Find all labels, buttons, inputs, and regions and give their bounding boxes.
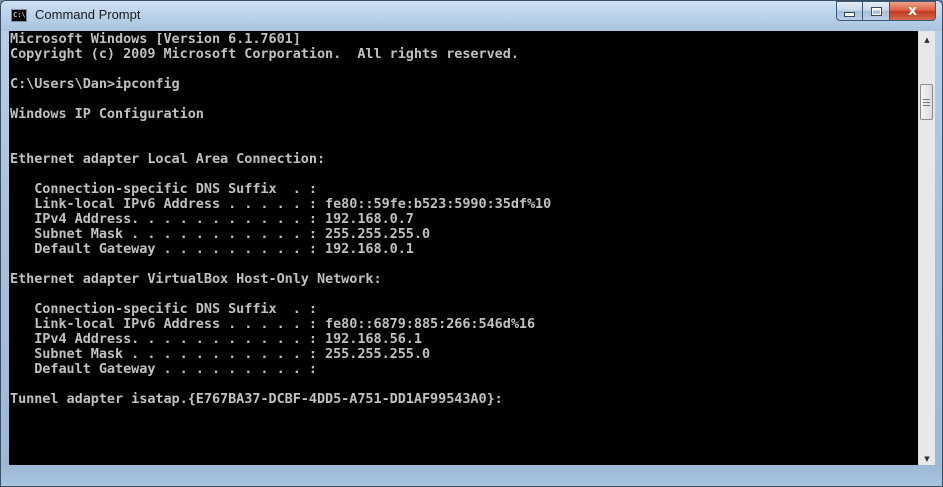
app-icon-label: C:\. [13, 11, 30, 19]
title-bar[interactable]: C:\. Command Prompt x [1, 1, 942, 31]
command-prompt-window: C:\. Command Prompt x Microsoft Windows … [0, 0, 943, 487]
console-text: Microsoft Windows [Version 6.1.7601] Copy… [9, 31, 918, 407]
console-line: IPv4 Address. . . . . . . . . . . : 192.… [10, 211, 414, 227]
window-controls: x [836, 1, 936, 22]
console-line: Link-local IPv6 Address . . . . . : fe80… [10, 316, 536, 332]
window-bottom-frame [1, 465, 942, 486]
console-line: Subnet Mask . . . . . . . . . . . : 255.… [10, 346, 431, 362]
console-line: Ethernet adapter Local Area Connection: [10, 151, 326, 167]
console-line: Subnet Mask . . . . . . . . . . . : 255.… [10, 226, 431, 242]
grip-icon [923, 98, 930, 106]
console-line: Copyright (c) 2009 Microsoft Corporation… [10, 46, 519, 62]
vertical-scrollbar[interactable]: ▲ ▼ [918, 31, 935, 467]
maximize-icon [870, 6, 882, 16]
console-line: Default Gateway . . . . . . . . . : 192.… [10, 241, 414, 257]
close-button[interactable]: x [890, 1, 936, 21]
minimize-button[interactable] [836, 1, 863, 21]
console-line: IPv4 Address. . . . . . . . . . . : 192.… [10, 331, 422, 347]
console-line: Tunnel adapter isatap.{E767BA37-DCBF-4DD… [10, 391, 503, 407]
scroll-up-button[interactable]: ▲ [919, 31, 935, 48]
triangle-down-icon: ▼ [924, 454, 930, 463]
console-line: C:\Users\Dan>ipconfig [10, 76, 180, 92]
console-line: Default Gateway . . . . . . . . . : [10, 361, 317, 377]
close-icon: x [907, 3, 918, 19]
triangle-up-icon: ▲ [924, 35, 930, 44]
console-line: Ethernet adapter VirtualBox Host-Only Ne… [10, 271, 382, 287]
console-line: Connection-specific DNS Suffix . : [10, 181, 317, 197]
minimize-icon [844, 12, 855, 17]
scroll-thumb[interactable] [920, 84, 933, 120]
console-line: Windows IP Configuration [10, 106, 204, 122]
console-line: Microsoft Windows [Version 6.1.7601] [10, 31, 301, 47]
console-line: Link-local IPv6 Address . . . . . : fe80… [10, 196, 552, 212]
command-prompt-icon[interactable]: C:\. [11, 9, 30, 22]
console-line: Connection-specific DNS Suffix . : [10, 301, 317, 317]
maximize-button[interactable] [863, 1, 890, 21]
window-title: Command Prompt [35, 7, 141, 22]
console-output[interactable]: Microsoft Windows [Version 6.1.7601] Copy… [9, 31, 918, 467]
